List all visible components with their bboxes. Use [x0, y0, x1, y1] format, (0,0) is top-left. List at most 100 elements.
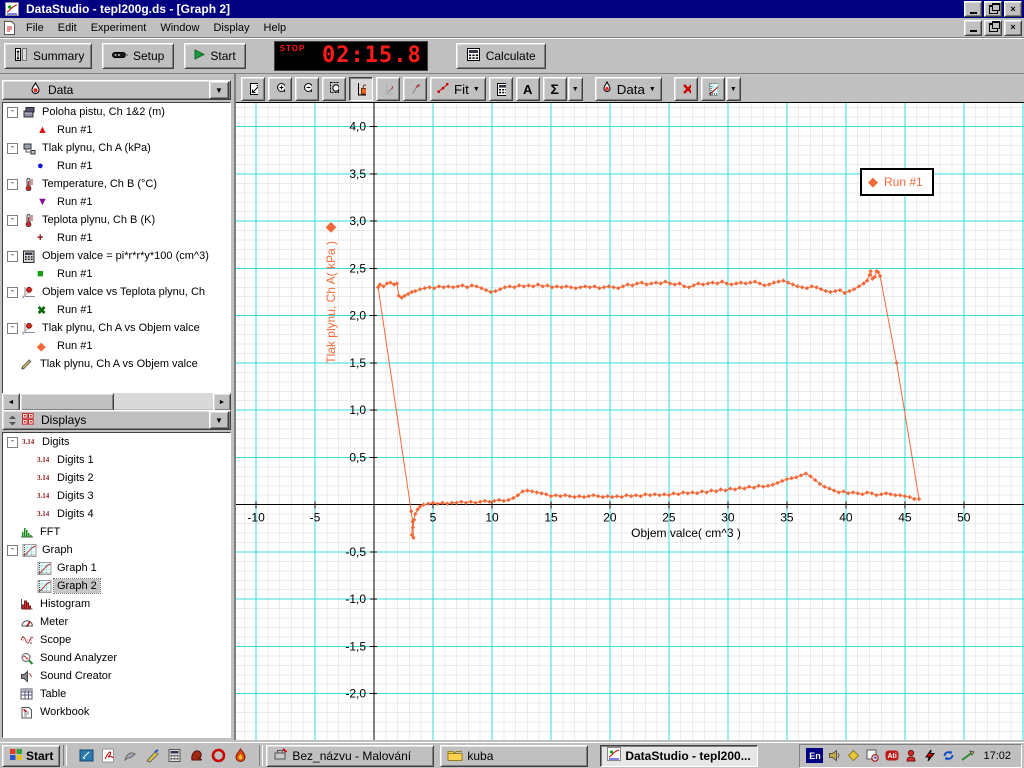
curve-note-button[interactable] — [403, 77, 427, 101]
tree-item[interactable]: Graph 1 — [3, 559, 230, 577]
tray-sync-icon[interactable] — [941, 748, 956, 763]
calculate-button[interactable]: Calculate — [455, 43, 546, 69]
tree-item[interactable]: Meter — [3, 613, 230, 631]
tree-item[interactable]: + Run #1 — [3, 229, 230, 247]
tree-expander-icon[interactable]: - — [7, 178, 18, 190]
language-indicator[interactable]: En — [806, 748, 824, 763]
tree-item[interactable]: - Temperature, Ch B (°C) — [3, 175, 230, 193]
data-menu-button[interactable]: Data ▼ — [594, 77, 662, 101]
tree-item[interactable]: 3.14 Digits 3 — [3, 487, 230, 505]
statistics-button[interactable]: Σ — [542, 77, 567, 101]
panel-splitter-icon[interactable] — [7, 414, 18, 427]
volume-icon[interactable] — [827, 748, 842, 763]
quicklaunch-pen-icon[interactable] — [144, 748, 160, 764]
plot-area[interactable]: -10 -5 5 10 15 20 25 30 35 40 45 50 4,0 3,5 3,0 2,5 2,0 1… — [236, 103, 1024, 740]
task-datastudio[interactable]: DataStudio - tepl200... — [600, 744, 759, 767]
graph-settings-button[interactable] — [700, 77, 725, 101]
graph-calculator-button[interactable] — [488, 77, 513, 101]
tree-item[interactable]: 3.14 Digits 1 — [3, 451, 230, 469]
tree-expander-icon[interactable]: - — [7, 214, 18, 226]
quicklaunch-editor-icon[interactable] — [78, 748, 94, 764]
tree-item[interactable]: - Tlak plynu, Ch A (kPa) — [3, 139, 230, 157]
document-icon[interactable] — [3, 20, 16, 35]
data-tree-hscrollbar[interactable]: ◄ ► — [2, 393, 231, 411]
tree-expander-icon[interactable]: - — [7, 322, 18, 334]
task-paint[interactable]: Bez_názvu - Malování — [266, 744, 435, 767]
child-close-button[interactable]: × — [1004, 19, 1022, 36]
child-minimize-button[interactable] — [964, 19, 982, 36]
menu-file[interactable]: File — [19, 20, 51, 36]
close-button[interactable]: × — [1004, 1, 1022, 17]
scale-to-fit-button[interactable] — [241, 77, 265, 101]
quicklaunch-flame-icon[interactable] — [232, 748, 248, 764]
smart-tool-button[interactable] — [349, 77, 373, 101]
quicklaunch-dove-icon[interactable] — [122, 748, 138, 764]
fit-menu-button[interactable]: Fit ▼ — [430, 77, 486, 101]
tray-pencil-icon[interactable] — [960, 748, 975, 763]
zoom-select-button[interactable] — [322, 77, 346, 101]
zoom-out-button[interactable] — [295, 77, 319, 101]
tree-item[interactable]: ● Run #1 — [3, 157, 230, 175]
tree-item[interactable]: - Teplota plynu, Ch B (K) — [3, 211, 230, 229]
task-folder-kuba[interactable]: kuba — [440, 744, 589, 767]
scroll-right-arrow[interactable]: ► — [213, 393, 231, 411]
tree-item[interactable]: ■ Run #1 — [3, 265, 230, 283]
menu-help[interactable]: Help — [257, 20, 294, 36]
tree-expander-icon[interactable]: - — [7, 250, 18, 262]
tree-item[interactable]: ◆ Run #1 — [3, 337, 230, 355]
setup-button[interactable]: Setup — [102, 43, 175, 69]
tree-item[interactable]: Histogram — [3, 595, 230, 613]
tray-ati-icon[interactable]: Ati — [884, 748, 899, 763]
remove-button[interactable] — [673, 77, 698, 101]
data-dropdown-button[interactable]: ▼ — [209, 81, 229, 99]
tree-item[interactable]: Workbook — [3, 703, 230, 721]
menu-edit[interactable]: Edit — [51, 20, 84, 36]
start-button[interactable]: Start — [184, 43, 246, 69]
data-panel-header[interactable]: Data ▼ — [2, 80, 231, 100]
quicklaunch-calculator-icon[interactable] — [166, 748, 182, 764]
slope-tool-button[interactable]: xy — [376, 77, 400, 101]
menu-experiment[interactable]: Experiment — [84, 20, 154, 36]
statistics-dropdown[interactable]: ▼ — [567, 77, 583, 101]
tree-item[interactable]: - x Objem valce vs Teplota plynu, Ch — [3, 283, 230, 301]
tree-expander-icon[interactable]: - — [7, 106, 18, 118]
graph-settings-dropdown[interactable]: ▼ — [725, 77, 741, 101]
zoom-in-button[interactable] — [268, 77, 292, 101]
child-restore-button[interactable] — [984, 19, 1002, 36]
tree-item[interactable]: ▼ Run #1 — [3, 193, 230, 211]
legend[interactable]: ◆ Run #1 — [860, 168, 934, 196]
clock[interactable]: 17:02 — [979, 750, 1015, 762]
tree-expander-icon[interactable]: - — [7, 436, 18, 448]
tree-item[interactable]: 3.14 Digits 2 — [3, 469, 230, 487]
tree-item[interactable]: - Objem valce = pi*r*r*y*100 (cm^3) — [3, 247, 230, 265]
tree-item[interactable]: - Poloha pistu, Ch 1&2 (m) — [3, 103, 230, 121]
menu-display[interactable]: Display — [206, 20, 256, 36]
scroll-thumb[interactable] — [20, 393, 114, 411]
tray-scheduler-icon[interactable] — [865, 748, 880, 763]
quicklaunch-dragon-icon[interactable] — [188, 748, 204, 764]
tree-item[interactable]: ✖ Run #1 — [3, 301, 230, 319]
tree-item[interactable]: FFT — [3, 523, 230, 541]
tree-expander-icon[interactable]: - — [7, 286, 18, 298]
menu-window[interactable]: Window — [153, 20, 206, 36]
scroll-left-arrow[interactable]: ◄ — [2, 393, 20, 411]
tree-item[interactable]: -3.14 Digits — [3, 433, 230, 451]
tree-item[interactable]: - Graph — [3, 541, 230, 559]
tree-item[interactable]: Sound Creator — [3, 667, 230, 685]
start-menu-button[interactable]: Start — [2, 744, 61, 767]
tray-agent-icon[interactable] — [903, 748, 918, 763]
tree-expander-icon[interactable]: - — [7, 544, 18, 556]
tree-item[interactable]: Scope — [3, 631, 230, 649]
tree-item[interactable]: Table — [3, 685, 230, 703]
tray-power-icon[interactable] — [922, 748, 937, 763]
tree-item[interactable]: Graph 2 — [3, 577, 230, 595]
tree-item[interactable]: - x Tlak plynu, Ch A vs Objem valce — [3, 319, 230, 337]
tree-item[interactable]: Tlak plynu, Ch A vs Objem valce — [3, 355, 230, 373]
tree-item[interactable]: 3.14 Digits 4 — [3, 505, 230, 523]
displays-dropdown-button[interactable]: ▼ — [209, 411, 229, 429]
summary-button[interactable]: Summary — [4, 43, 92, 69]
quicklaunch-acrobat-icon[interactable] — [100, 748, 116, 764]
tray-diamond-icon[interactable] — [846, 748, 861, 763]
restore-button[interactable] — [984, 1, 1002, 17]
tree-expander-icon[interactable]: - — [7, 142, 18, 154]
